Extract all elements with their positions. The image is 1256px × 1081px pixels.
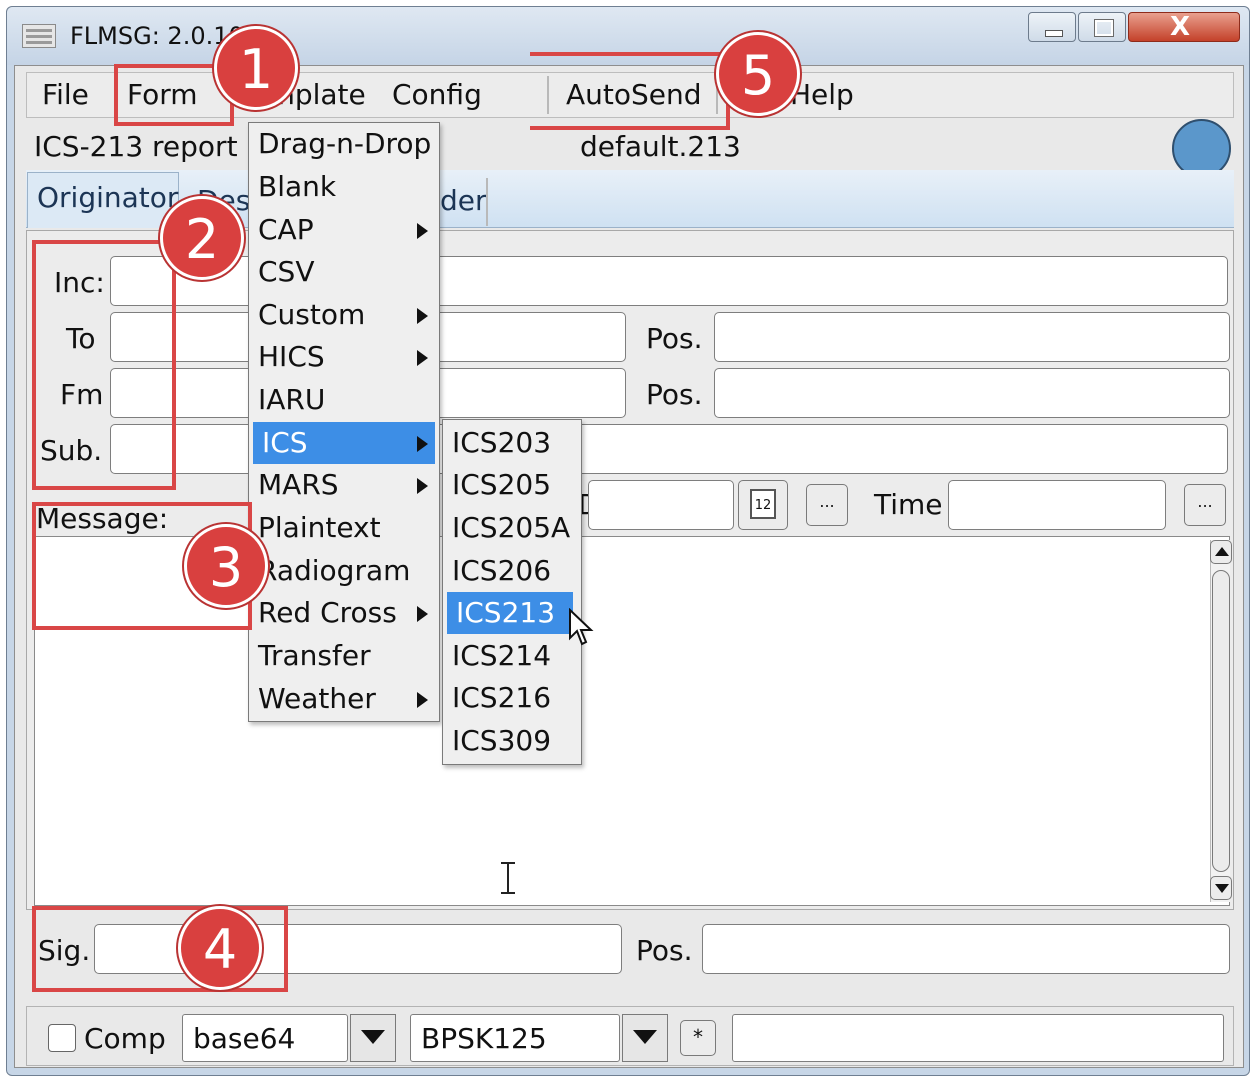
app-icon <box>22 24 56 48</box>
ics-item-ics216[interactable]: ICS216 <box>443 677 581 719</box>
sig-pos-label: Pos. <box>636 934 693 967</box>
tab-originator[interactable]: Originator <box>27 172 179 228</box>
form-menu-item-iaru[interactable]: IARU <box>249 379 439 421</box>
comp-checkbox[interactable] <box>48 1024 76 1052</box>
status-field <box>732 1014 1224 1062</box>
calendar-icon: 12 <box>750 489 776 519</box>
time-field[interactable] <box>948 480 1166 530</box>
submenu-arrow-icon <box>417 436 428 452</box>
close-icon: X <box>1170 12 1191 42</box>
to-pos-label: Pos. <box>646 322 703 355</box>
form-menu-item-plaintext[interactable]: Plaintext <box>249 507 439 549</box>
form-menu-item-weather[interactable]: Weather <box>249 678 439 720</box>
calendar-button[interactable]: 12 <box>738 480 788 530</box>
form-menu-item-radiogram[interactable]: Radiogram <box>249 550 439 592</box>
form-menu-item-cap[interactable]: CAP <box>249 209 439 251</box>
menu-file[interactable]: File <box>42 78 89 111</box>
form-menu-item-custom[interactable]: Custom <box>249 294 439 336</box>
star-button[interactable]: * <box>680 1020 716 1056</box>
time-picker-button[interactable]: ... <box>1184 484 1226 526</box>
submenu-arrow-icon <box>417 223 428 239</box>
modem-dropdown-button[interactable] <box>622 1014 668 1062</box>
encoding-value: base64 <box>193 1022 296 1055</box>
form-menu-item-hics[interactable]: HICS <box>249 336 439 378</box>
form-menu: Drag-n-Drop Blank CAP CSV Custom HICS IA… <box>248 122 440 722</box>
scroll-down-button[interactable] <box>1210 876 1232 900</box>
annotation-badge-4: 4 <box>178 906 262 990</box>
ics-item-ics213[interactable]: ICS213 <box>447 592 573 634</box>
tab-header[interactable]: der <box>440 184 487 217</box>
sig-pos-field[interactable] <box>702 924 1230 974</box>
fm-pos-field[interactable] <box>714 368 1230 418</box>
submenu-arrow-icon <box>417 478 428 494</box>
form-menu-item-ics[interactable]: ICS <box>253 422 435 464</box>
annotation-badge-1: 1 <box>214 26 298 110</box>
maximize-button[interactable] <box>1078 12 1126 42</box>
minimize-button[interactable] <box>1028 12 1076 42</box>
ics-item-ics205[interactable]: ICS205 <box>443 464 581 506</box>
tab-separator <box>486 178 488 226</box>
comp-label: Comp <box>84 1022 166 1055</box>
scroll-thumb[interactable] <box>1212 570 1230 872</box>
ics-item-ics203[interactable]: ICS203 <box>443 422 581 464</box>
form-menu-item-mars[interactable]: MARS <box>249 464 439 506</box>
ics-item-ics205a[interactable]: ICS205A <box>443 507 581 549</box>
date-picker-button[interactable]: ... <box>806 484 848 526</box>
ics-item-ics214[interactable]: ICS214 <box>443 635 581 677</box>
arrow-up-icon <box>1215 547 1229 556</box>
form-menu-item-csv[interactable]: CSV <box>249 251 439 293</box>
annotation-badge-3: 3 <box>184 524 268 608</box>
window-title: FLMSG: 2.0.10 <box>70 22 244 50</box>
ics-submenu: ICS203 ICS205 ICS205A ICS206 ICS213 ICS2… <box>442 419 582 765</box>
time-label: Time <box>874 488 943 521</box>
ics-item-ics309[interactable]: ICS309 <box>443 720 581 762</box>
form-menu-item-blank[interactable]: Blank <box>249 166 439 208</box>
submenu-arrow-icon <box>417 308 428 324</box>
fm-pos-label: Pos. <box>646 378 703 411</box>
date-field[interactable] <box>588 480 734 530</box>
annotation-box-header-fields <box>32 240 176 490</box>
file-name: default.213 <box>580 130 741 163</box>
annotation-box-autosend <box>530 52 730 130</box>
submenu-arrow-icon <box>417 692 428 708</box>
form-menu-item-red-cross[interactable]: Red Cross <box>249 592 439 634</box>
ics-item-ics206[interactable]: ICS206 <box>443 550 581 592</box>
text-cursor-icon <box>501 862 515 894</box>
modem-select[interactable]: BPSK125 <box>410 1014 620 1062</box>
menu-help[interactable]: Help <box>790 78 854 111</box>
encoding-select[interactable]: base64 <box>182 1014 348 1062</box>
encoding-dropdown-button[interactable] <box>350 1014 396 1062</box>
to-pos-field[interactable] <box>714 312 1230 362</box>
report-name: ICS-213 report <box>34 130 238 163</box>
submenu-arrow-icon <box>417 606 428 622</box>
annotation-badge-5: 5 <box>716 32 800 116</box>
tab-label: der <box>440 184 487 217</box>
menu-config[interactable]: Config <box>392 78 482 111</box>
form-menu-item-transfer[interactable]: Transfer <box>249 635 439 677</box>
modem-value: BPSK125 <box>421 1022 547 1055</box>
mouse-pointer-icon <box>569 608 594 646</box>
annotation-badge-2: 2 <box>160 196 244 280</box>
form-menu-item-drag-n-drop[interactable]: Drag-n-Drop <box>249 123 439 165</box>
arrow-down-icon <box>1215 884 1229 893</box>
scroll-up-button[interactable] <box>1210 540 1232 564</box>
submenu-arrow-icon <box>417 350 428 366</box>
tab-label: Originator <box>37 181 179 214</box>
